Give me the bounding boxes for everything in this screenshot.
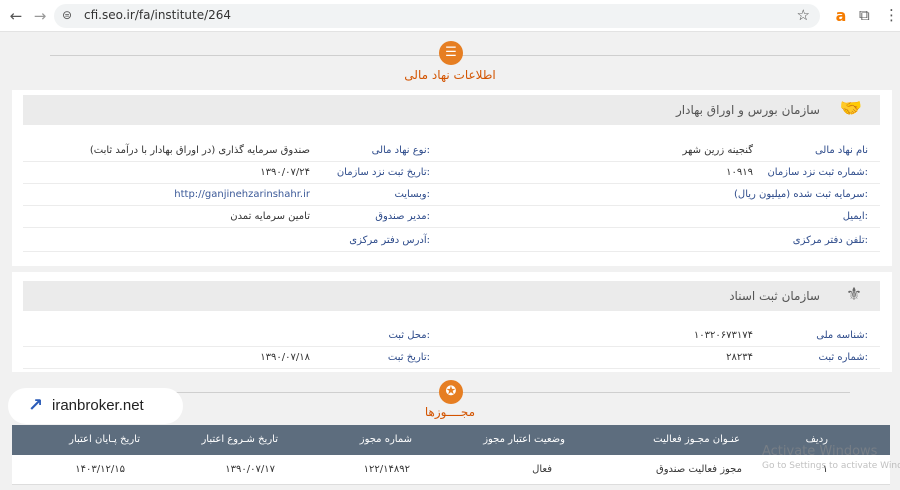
info-row: شناسه ملی: ۱۰۳۲۰۶۷۳۱۷۴ محل ثبت:: [23, 325, 880, 347]
iranbroker-watermark: ↗ iranbroker.net: [8, 388, 183, 424]
field-value: ۱۰۳۲۰۶۷۳۱۷۴: [693, 330, 753, 341]
info-row: نام نهاد مالی گنجینه زرین شهر نوع نهاد م…: [23, 140, 880, 162]
field-label: آدرس دفتر مرکزی:: [349, 235, 430, 246]
chart-logo-icon: ↗: [28, 395, 44, 416]
field-label: مدیر صندوق:: [375, 211, 430, 222]
field-label: شماره ثبت:: [818, 352, 868, 363]
award-icon: ✪: [439, 380, 463, 404]
extensions-puzzle-icon[interactable]: ⧉: [859, 6, 870, 24]
field-value: ۱۳۹۰/۰۷/۱۸: [260, 352, 310, 363]
field-label: تلفن دفتر مرکزی:: [792, 235, 868, 246]
field-label: نوع نهاد مالی:: [371, 145, 430, 156]
column-header: شماره مجوز: [359, 434, 412, 445]
field-label: ایمیل:: [842, 211, 868, 222]
field-label: تاریخ ثبت:: [387, 352, 430, 363]
table-cell: مجوز فعالیت صندوق: [655, 464, 742, 475]
field-value: صندوق سرمایه گذاری (در اوراق بهادار با د…: [89, 145, 310, 156]
column-header: تاریخ پـایان اعتبار: [69, 434, 140, 445]
website-link[interactable]: http://ganjinehzarinshahr.ir: [174, 189, 310, 200]
info-row: سرمایه ثبت شده (میلیون ریال): وبسایت: ht…: [23, 184, 880, 206]
iranbroker-text: iranbroker.net: [52, 397, 144, 414]
licenses-section-title: مجــــوزها: [424, 405, 476, 419]
column-header: عنـوان مجـوز فعالیت: [653, 434, 740, 445]
field-value: ۱۳۹۰/۰۷/۲۴: [260, 167, 310, 178]
forward-icon[interactable]: →: [30, 6, 50, 26]
list-icon: ☰: [439, 41, 463, 65]
browser-menu-icon[interactable]: ⋮: [884, 6, 899, 24]
table-cell: فعال: [532, 464, 552, 475]
field-label: سرمایه ثبت شده (میلیون ریال):: [734, 189, 868, 200]
column-header: تاریخ شـروع اعتبار: [201, 434, 278, 445]
field-value: گنجینه زرین شهر: [682, 145, 753, 156]
field-label: نام نهاد مالی: [814, 145, 868, 156]
handshake-icon: 🤝: [839, 98, 862, 119]
field-label: شماره ثبت نزد سازمان:: [767, 167, 868, 178]
back-icon[interactable]: ←: [6, 6, 26, 26]
info-row: شماره ثبت: ۲۸۲۳۴ تاریخ ثبت: ۱۳۹۰/۰۷/۱۸: [23, 347, 880, 369]
field-value: ۱۰۹۱۹: [726, 167, 753, 178]
url-text[interactable]: cfi.seo.ir/fa/institute/264: [84, 8, 231, 22]
extension-a-icon[interactable]: a: [833, 6, 849, 26]
org1-name: سازمان بورس و اوراق بهادار: [675, 103, 820, 117]
info-row: ایمیل: مدیر صندوق: تامین سرمایه تمدن: [23, 206, 880, 228]
emblem-icon: ⚜: [845, 284, 862, 305]
field-label: تاریخ ثبت نزد سازمان:: [336, 167, 430, 178]
activate-windows-text: Activate Windows: [762, 444, 878, 459]
field-label: وبسایت:: [394, 189, 430, 200]
bookmark-star-icon[interactable]: ☆: [797, 6, 810, 24]
field-label: شناسه ملی:: [816, 330, 868, 341]
table-cell: ۱۴۰۳/۱۲/۱۵: [75, 464, 125, 475]
site-info-icon[interactable]: ⊜: [62, 8, 72, 22]
browser-toolbar: ← → ⊜ cfi.seo.ir/fa/institute/264 ☆ a ⧉ …: [0, 0, 900, 32]
institute-section-title: اطلاعات نهاد مالی: [404, 68, 496, 82]
column-header: وضعیت اعتبار مجوز: [483, 434, 565, 445]
info-row: تلفن دفتر مرکزی: آدرس دفتر مرکزی:: [23, 230, 880, 252]
info-row: شماره ثبت نزد سازمان: ۱۰۹۱۹ تاریخ ثبت نز…: [23, 162, 880, 184]
table-row: ١ مجوز فعالیت صندوق فعال ۱۲۲/۱۴۸۹۲ ۱۳۹۰/…: [12, 455, 890, 485]
org2-name: سازمان ثبت اسناد: [729, 289, 820, 303]
org1-header: 🤝 سازمان بورس و اوراق بهادار: [23, 95, 880, 125]
windows-activation-watermark: Activate Windows Go to Settings to activ…: [762, 444, 900, 471]
field-value: تامین سرمایه تمدن: [230, 211, 310, 222]
table-cell: ۱۲۲/۱۴۸۹۲: [363, 464, 410, 475]
activate-windows-subtext: Go to Settings to activate Windows.: [762, 461, 900, 471]
field-value: ۲۸۲۳۴: [726, 352, 753, 363]
field-label: محل ثبت:: [388, 330, 430, 341]
table-cell: ۱۳۹۰/۰۷/۱۷: [225, 464, 275, 475]
licenses-table-header: ردیف عنـوان مجـوز فعالیت وضعیت اعتبار مج…: [12, 425, 890, 455]
address-bar[interactable]: ⊜ cfi.seo.ir/fa/institute/264 ☆: [54, 4, 820, 28]
org2-header: ⚜ سازمان ثبت اسناد: [23, 281, 880, 311]
